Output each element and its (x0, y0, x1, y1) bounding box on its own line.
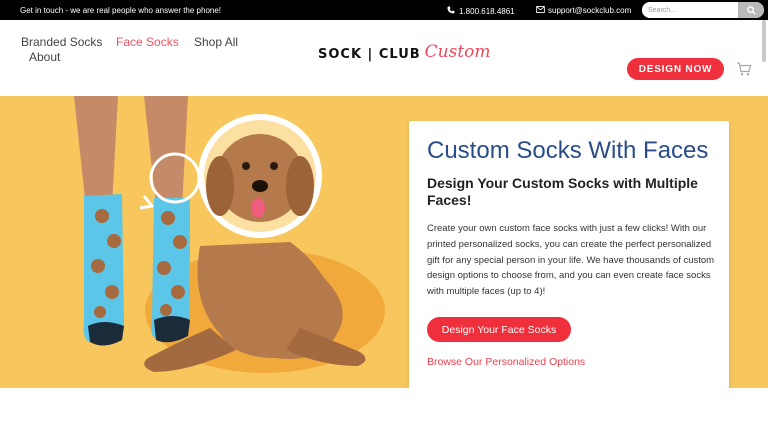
hero-title: Custom Socks With Faces (427, 137, 709, 164)
nav-shop-all[interactable]: Shop All (194, 35, 238, 49)
envelope-icon (535, 6, 545, 15)
contact-tagline: Get in touch - we are real people who an… (20, 6, 222, 15)
logo-primary-text: SOCK | CLUB (318, 47, 421, 62)
logo-script-text: Custom (424, 42, 491, 62)
design-face-socks-button[interactable]: Design Your Face Socks (427, 317, 571, 342)
search-button[interactable] (738, 2, 764, 18)
top-bar: Get in touch - we are real people who an… (0, 0, 768, 20)
search-box (642, 2, 764, 18)
hero-socks-dog-image (74, 96, 385, 373)
phone-icon (446, 6, 456, 16)
nav-face-socks[interactable]: Face Socks (116, 35, 179, 49)
phone-link[interactable]: 1.800.618.4861 (446, 6, 515, 16)
hero-subtitle: Design Your Custom Socks with Multiple F… (427, 175, 698, 208)
cart-icon[interactable] (736, 61, 752, 77)
email-link[interactable]: support@sockclub.com (535, 6, 631, 15)
site-logo[interactable]: SOCK | CLUB Custom (318, 39, 491, 62)
search-input[interactable] (642, 2, 738, 18)
browse-personalized-link[interactable]: Browse Our Personalized Options (427, 356, 585, 368)
search-icon (746, 3, 756, 18)
nav-about[interactable]: About (29, 50, 60, 64)
phone-number: 1.800.618.4861 (459, 7, 515, 16)
hero-card: Custom Socks With Faces Design Your Cust… (409, 121, 729, 388)
hero-body-text: Create your own custom face socks with j… (427, 223, 715, 298)
design-now-button[interactable]: DESIGN NOW (627, 58, 724, 80)
nav-branded-socks[interactable]: Branded Socks (21, 35, 102, 49)
page-scrollbar[interactable] (762, 20, 766, 62)
hero-section: Custom Socks With Faces Design Your Cust… (0, 96, 768, 388)
email-address: support@sockclub.com (548, 6, 632, 15)
